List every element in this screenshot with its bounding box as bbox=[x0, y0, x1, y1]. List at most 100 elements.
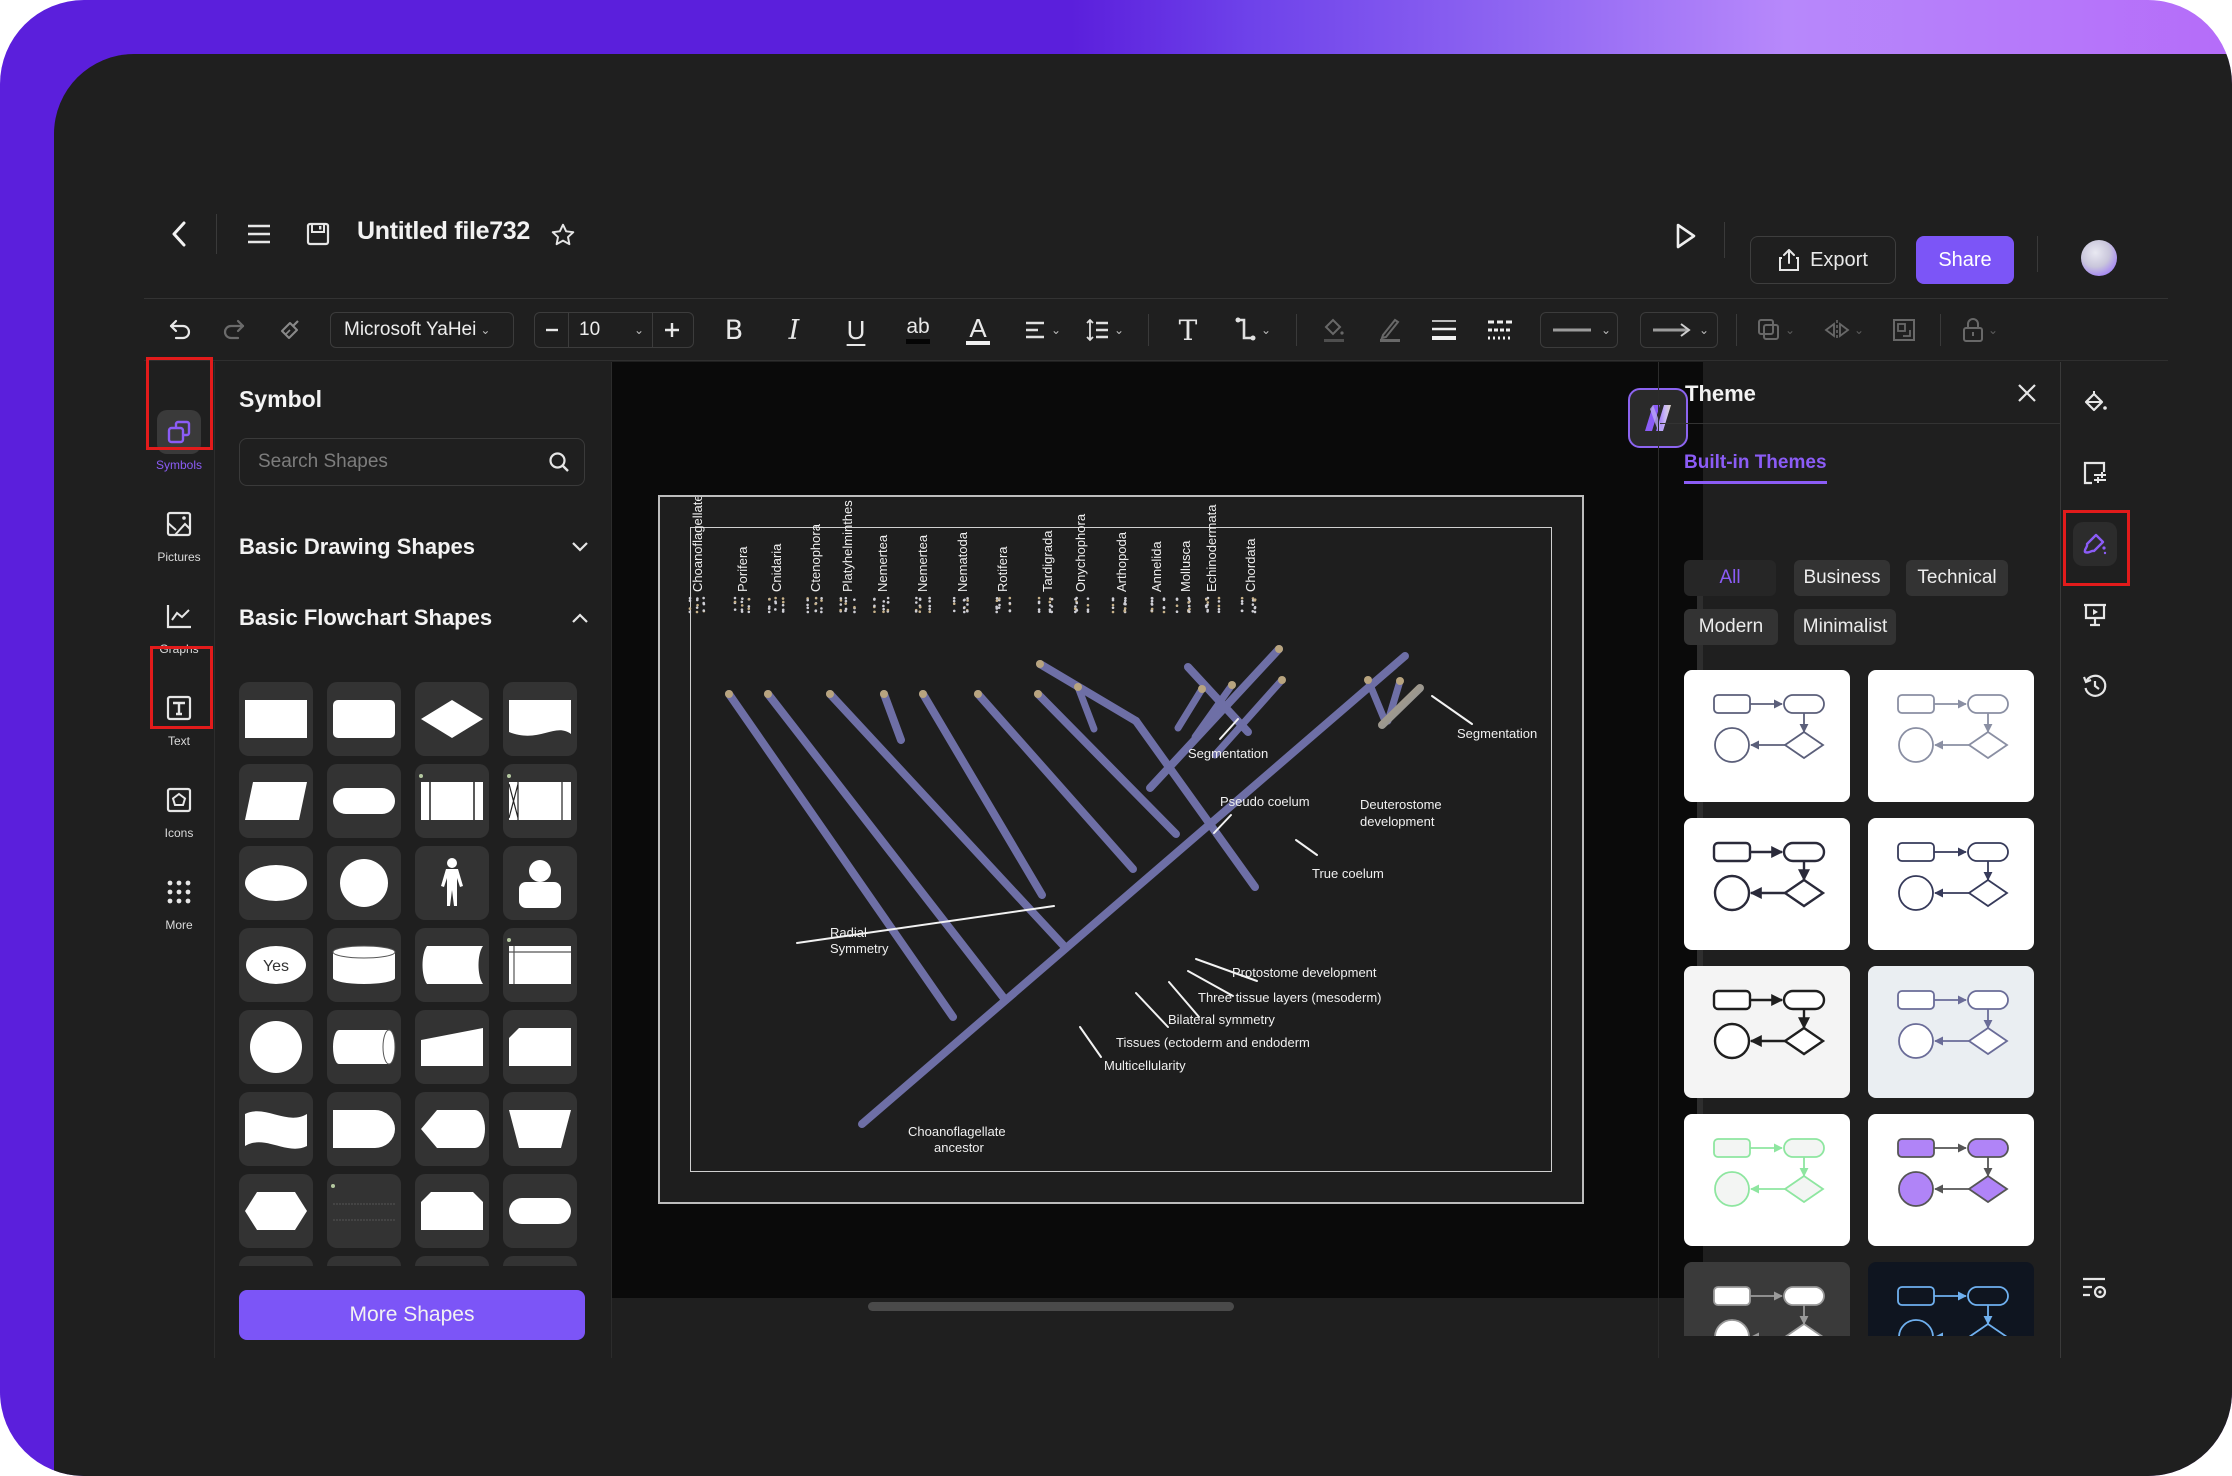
filter-business[interactable]: Business bbox=[1794, 560, 1890, 596]
nav-more[interactable]: More bbox=[145, 870, 213, 932]
shape-partial[interactable] bbox=[415, 1256, 489, 1266]
nav-icons[interactable]: Icons bbox=[145, 778, 213, 840]
theme-card-10[interactable] bbox=[1868, 1262, 2034, 1336]
theme-card-5[interactable] bbox=[1684, 966, 1850, 1098]
shape-circle[interactable] bbox=[327, 846, 401, 920]
theme-card-6[interactable] bbox=[1868, 966, 2034, 1098]
shape-display[interactable] bbox=[415, 1092, 489, 1166]
filter-all[interactable]: All bbox=[1684, 560, 1776, 596]
flip-button[interactable]: ⌄ bbox=[1816, 300, 1872, 360]
font-size-input[interactable]: 10 ⌄ bbox=[569, 313, 653, 347]
nav-text[interactable]: Text bbox=[145, 686, 213, 748]
theme-card-3[interactable] bbox=[1684, 818, 1850, 950]
group-button[interactable] bbox=[1884, 300, 1924, 360]
shape-internal-storage[interactable] bbox=[503, 928, 577, 1002]
export-button[interactable]: Export bbox=[1750, 236, 1896, 284]
nav-symbols[interactable]: Symbols bbox=[145, 410, 213, 472]
horizontal-scrollbar[interactable] bbox=[868, 1302, 1234, 1311]
shape-ellipse[interactable] bbox=[239, 846, 313, 920]
shape-database-cylinder[interactable] bbox=[327, 928, 401, 1002]
increase-font-button[interactable] bbox=[653, 313, 691, 347]
theme-card-1[interactable] bbox=[1684, 670, 1850, 802]
dash-style-button[interactable] bbox=[1480, 300, 1520, 360]
fill-style-button[interactable] bbox=[2073, 380, 2117, 424]
format-painter-button[interactable] bbox=[272, 300, 308, 360]
theme-card-2[interactable] bbox=[1868, 670, 2034, 802]
arrow-style-select[interactable]: ⌄ bbox=[1640, 312, 1718, 348]
font-color-button[interactable]: A bbox=[958, 300, 998, 360]
lock-button[interactable]: ⌄ bbox=[1952, 300, 2008, 360]
settings-list-button[interactable] bbox=[2073, 1266, 2117, 1310]
more-shapes-button[interactable]: More Shapes bbox=[239, 1290, 585, 1340]
filter-modern[interactable]: Modern bbox=[1684, 609, 1778, 645]
shape-punched-tape[interactable] bbox=[239, 1092, 313, 1166]
shape-partial[interactable] bbox=[503, 1256, 577, 1266]
filter-minimalist[interactable]: Minimalist bbox=[1794, 609, 1896, 645]
decrease-font-button[interactable] bbox=[535, 313, 569, 347]
shape-note-lines[interactable] bbox=[327, 1174, 401, 1248]
shape-manual-input[interactable] bbox=[415, 1010, 489, 1084]
menu-button[interactable] bbox=[242, 216, 276, 252]
connector-button[interactable]: ⌄ bbox=[1226, 300, 1280, 360]
shape-loop-limit[interactable] bbox=[415, 1174, 489, 1248]
phylogenetic-tree-diagram[interactable]: Choanoflagellate s Porifera Cnidaria Ctenop… bbox=[660, 497, 1586, 1206]
back-button[interactable] bbox=[164, 214, 194, 254]
save-button[interactable] bbox=[302, 216, 334, 252]
font-family-select[interactable]: Microsoft YaHei ⌄ bbox=[330, 312, 514, 348]
close-theme-button[interactable] bbox=[2012, 378, 2042, 408]
italic-button[interactable]: I bbox=[774, 300, 814, 360]
theme-button[interactable] bbox=[2073, 522, 2117, 566]
bold-button[interactable]: B bbox=[714, 300, 754, 360]
shape-connector-circle[interactable] bbox=[239, 1010, 313, 1084]
line-spacing-button[interactable]: ⌄ bbox=[1078, 300, 1132, 360]
theme-card-4[interactable] bbox=[1868, 818, 2034, 950]
favorite-button[interactable] bbox=[546, 218, 580, 252]
shape-partial[interactable] bbox=[327, 1256, 401, 1266]
fill-button[interactable] bbox=[1314, 300, 1354, 360]
text-tool-button[interactable]: T bbox=[1168, 300, 1208, 360]
line-style-select[interactable]: ⌄ bbox=[1540, 312, 1618, 348]
shape-user[interactable] bbox=[503, 846, 577, 920]
history-button[interactable] bbox=[2073, 664, 2117, 708]
shape-rounded-rectangle[interactable] bbox=[327, 682, 401, 756]
shape-actor[interactable] bbox=[415, 846, 489, 920]
search-shapes-field[interactable] bbox=[239, 438, 585, 486]
shape-yes-decision[interactable]: Yes bbox=[239, 928, 313, 1002]
shape-manual-operation[interactable] bbox=[503, 1092, 577, 1166]
search-icon[interactable] bbox=[548, 451, 570, 473]
filter-technical[interactable]: Technical bbox=[1906, 560, 2008, 596]
presentation-button[interactable] bbox=[2073, 593, 2117, 637]
diagram-page[interactable]: Choanoflagellate s Porifera Cnidaria Ctenop… bbox=[658, 495, 1584, 1204]
shape-terminator-rounded[interactable] bbox=[503, 1174, 577, 1248]
file-title[interactable]: Untitled file732 bbox=[357, 217, 530, 246]
shape-partial[interactable] bbox=[239, 1256, 313, 1266]
search-shapes-input[interactable] bbox=[258, 451, 548, 473]
shape-direct-access-storage[interactable] bbox=[327, 1010, 401, 1084]
text-highlight-button[interactable]: ab bbox=[898, 300, 938, 360]
shape-card[interactable] bbox=[503, 1010, 577, 1084]
nav-pictures[interactable]: Pictures bbox=[145, 502, 213, 564]
align-button[interactable]: ⌄ bbox=[1018, 300, 1068, 360]
theme-card-7[interactable] bbox=[1684, 1114, 1850, 1246]
shape-data-parallelogram[interactable] bbox=[239, 764, 313, 838]
drawing-canvas[interactable]: Choanoflagellate s Porifera Cnidaria Ctenop… bbox=[612, 362, 1703, 1298]
shape-process[interactable] bbox=[239, 682, 313, 756]
underline-button[interactable]: U bbox=[836, 300, 876, 360]
theme-card-8[interactable] bbox=[1868, 1114, 2034, 1246]
shape-document[interactable] bbox=[503, 682, 577, 756]
redo-button[interactable] bbox=[216, 300, 252, 360]
shape-preparation-hexagon[interactable] bbox=[239, 1174, 313, 1248]
share-button[interactable]: Share bbox=[1916, 236, 2014, 284]
line-color-button[interactable] bbox=[1370, 300, 1410, 360]
shape-predefined-process[interactable] bbox=[415, 764, 489, 838]
arrange-button[interactable]: ⌄ bbox=[1748, 300, 1804, 360]
nav-graphs[interactable]: Graphs bbox=[145, 594, 213, 656]
shape-decision[interactable] bbox=[415, 682, 489, 756]
section-basic-drawing-shapes[interactable]: Basic Drawing Shapes bbox=[239, 534, 589, 560]
user-avatar[interactable] bbox=[2081, 240, 2117, 276]
tab-built-in-themes[interactable]: Built-in Themes bbox=[1684, 452, 1827, 484]
section-basic-flowchart-shapes[interactable]: Basic Flowchart Shapes bbox=[239, 605, 589, 631]
shape-terminator[interactable] bbox=[327, 764, 401, 838]
play-button[interactable] bbox=[1668, 218, 1704, 254]
line-weight-button[interactable] bbox=[1424, 300, 1464, 360]
